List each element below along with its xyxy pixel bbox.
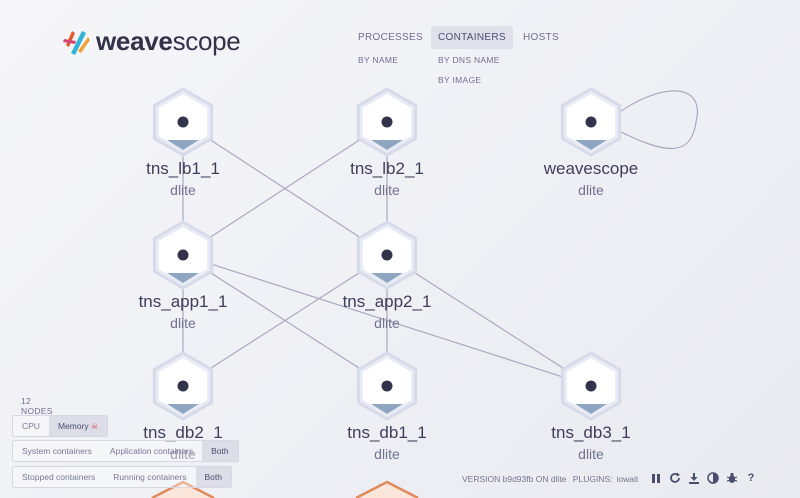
node-tns-app2-1[interactable]: tns_app2_1dlite	[343, 220, 432, 331]
edge-self-loop[interactable]	[616, 90, 698, 149]
node-tns-app1-1[interactable]: tns_app1_1dlite	[139, 220, 228, 331]
debug-icon[interactable]	[726, 472, 738, 484]
node-sublabel: dlite	[170, 315, 196, 331]
container-state-filter: Stopped containers Running containers Bo…	[12, 466, 232, 488]
container-type-filter: System containers Application containers…	[12, 440, 239, 462]
version-text: VERSION b9d93fb ON dlite	[462, 474, 567, 484]
node-label: tns_lb2_1	[350, 159, 424, 178]
plugins-value[interactable]: iowait	[616, 474, 638, 484]
edge[interactable]	[386, 254, 592, 387]
footer-status: VERSION b9d93fb ON dlite PLUGINS: iowait	[462, 474, 642, 484]
topology-graph: tns_lb1_1dlitetns_lb2_1dliteweavescopedl…	[139, 87, 698, 498]
node-tns-db3-1[interactable]: tns_db3_1dlite	[551, 351, 631, 462]
download-icon[interactable]	[688, 472, 700, 484]
help-icon[interactable]: ?	[745, 472, 757, 484]
metric-memory-label: Memory	[57, 421, 89, 431]
node-weavescope[interactable]: weavescope dlite	[543, 87, 639, 198]
node-sublabel: dlite	[170, 182, 196, 198]
node-tns-db1-1[interactable]: tns_db1_1dlite	[347, 351, 427, 462]
node-label: tns_lb1_1	[146, 159, 220, 178]
contrast-icon[interactable]	[707, 472, 719, 484]
node-label: tns_app1_1	[139, 292, 228, 311]
metric-selector: CPU Memory ☠	[12, 415, 109, 437]
pause-icon[interactable]	[650, 472, 662, 484]
metric-memory-button[interactable]: Memory ☠	[48, 416, 108, 436]
node-sublabel: dlite	[374, 446, 400, 462]
running-containers-button[interactable]: Running containers	[104, 467, 195, 487]
node-dot	[585, 116, 597, 128]
node-label: tns_db1_1	[347, 423, 426, 442]
node-sublabel: dlite	[374, 182, 400, 198]
node-sublabel: dlite	[578, 182, 604, 198]
refresh-icon[interactable]	[669, 472, 681, 484]
pin-icon[interactable]: ☠	[91, 422, 98, 431]
node-label: tns_db3_1	[551, 423, 630, 442]
node-dot	[177, 380, 189, 392]
node-sublabel: dlite	[374, 315, 400, 331]
node-count: 12 NODES	[21, 396, 53, 416]
node-dot	[381, 249, 393, 261]
footer-tools: ?	[650, 472, 757, 484]
node-tns-lb2-1[interactable]: tns_lb2_1dlite	[350, 87, 424, 198]
application-containers-button[interactable]: Application containers	[101, 441, 202, 461]
stopped-containers-button[interactable]: Stopped containers	[13, 467, 104, 487]
container-type-both-button[interactable]: Both	[202, 441, 238, 461]
node-dot	[381, 116, 393, 128]
container-state-both-button[interactable]: Both	[195, 467, 231, 487]
metric-cpu-button[interactable]: CPU	[13, 416, 49, 436]
system-containers-button[interactable]: System containers	[13, 441, 101, 461]
node-tns-lb1-1[interactable]: tns_lb1_1dlite	[146, 87, 220, 198]
node-dot	[381, 380, 393, 392]
node-dot	[585, 380, 597, 392]
node-label: tns_app2_1	[343, 292, 432, 311]
node-dot	[177, 116, 189, 128]
nodes-layer: tns_lb1_1dlitetns_lb2_1dliteweavescopedl…	[139, 87, 639, 462]
node-sublabel: dlite	[578, 446, 604, 462]
partial-node[interactable]	[355, 480, 419, 498]
plugins-label: PLUGINS:	[572, 474, 613, 484]
node-label: weavescope	[543, 159, 639, 178]
node-dot	[177, 249, 189, 261]
